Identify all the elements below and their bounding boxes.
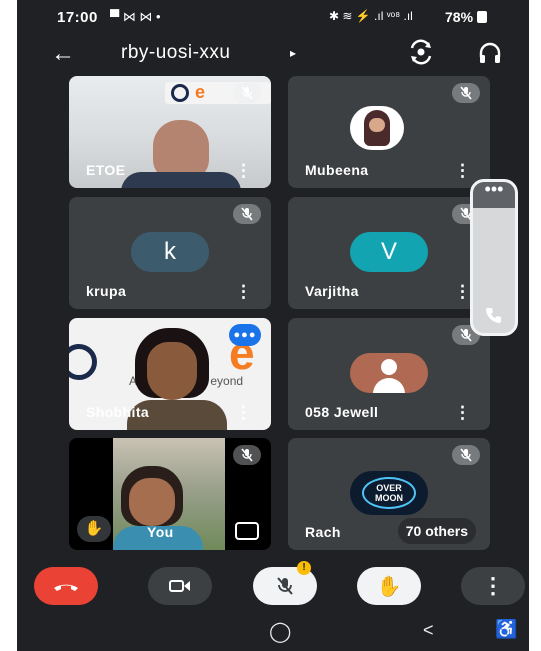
avatar-letter: k (131, 232, 209, 272)
more-vert-icon[interactable]: ⋮ (235, 283, 252, 300)
participant-name: Varjitha (305, 283, 359, 299)
participant-name: krupa (86, 283, 127, 299)
android-nav-bar: ◯ < ♿ (17, 611, 529, 651)
status-bar: 17:00 ▀ ⋈ ⋈ • ✱ ≋ ⚡ .ıl ᵛᵒ⁸ .ıl 78% (17, 0, 529, 36)
meeting-header: ← rby-uosi-xxu ▸ (17, 36, 529, 74)
person-face (147, 342, 197, 400)
participant-name: 058 Jewell (305, 404, 379, 420)
back-button[interactable]: < (423, 620, 434, 641)
accessibility-button[interactable]: ♿ (495, 619, 517, 640)
participant-tile-mubeena[interactable]: Mubeena ⋮ (288, 76, 490, 188)
camera-toggle-button[interactable] (148, 567, 212, 605)
video-camera-icon (169, 580, 190, 592)
participant-tile-others[interactable]: OVER MOON Rach 70 others (288, 438, 490, 550)
participant-tile-krupa[interactable]: k krupa ⋮ (69, 197, 271, 309)
raise-hand-button[interactable]: ✋ (357, 567, 421, 605)
participant-tile-etoe[interactable]: e ETOE ⋮ (69, 76, 271, 188)
mic-off-icon (460, 328, 472, 342)
participant-name: Rach (305, 524, 341, 540)
person-head (153, 120, 209, 180)
muted-indicator (233, 445, 261, 465)
avatar-logo: OVER MOON (350, 471, 428, 515)
participant-name: ETOE (86, 162, 126, 178)
hangup-icon (54, 584, 78, 591)
others-count-badge[interactable]: 70 others (397, 518, 476, 544)
status-time: 17:00 (57, 9, 98, 26)
switch-camera-icon[interactable] (407, 38, 435, 66)
camera-switch-small-icon[interactable] (235, 522, 259, 540)
muted-indicator (452, 445, 480, 465)
mic-off-icon (241, 86, 253, 100)
call-controls: ! ✋ ⋮ (17, 561, 529, 611)
home-button[interactable]: ◯ (269, 619, 291, 644)
meeting-code[interactable]: rby-uosi-xxu (121, 42, 230, 64)
participant-tile-you[interactable]: ✋ You (69, 438, 271, 550)
more-vert-icon[interactable]: ⋮ (454, 404, 471, 421)
participant-name: You (147, 524, 174, 540)
notification-icons: ▀ ⋈ ⋈ • (110, 9, 161, 24)
more-vert-icon[interactable]: ⋮ (454, 162, 471, 179)
chevron-right-icon[interactable]: ▸ (290, 46, 296, 60)
more-vert-icon[interactable]: ⋮ (454, 283, 471, 300)
mic-off-icon (460, 86, 472, 100)
more-vert-icon: ⋮ (482, 573, 504, 598)
participant-tile-058-jewell[interactable]: 058 Jewell ⋮ (288, 318, 490, 430)
warning-badge: ! (297, 561, 311, 575)
muted-indicator (233, 83, 261, 103)
participant-name: Shobhita (86, 404, 150, 420)
person-shirt (121, 172, 241, 188)
hand-icon: ✋ (376, 575, 402, 598)
battery-level: 78% (445, 9, 487, 25)
participant-name: Mubeena (305, 162, 369, 178)
more-options-button[interactable]: ⋮ (461, 567, 525, 605)
participant-tile-varjitha[interactable]: V Varjitha ⋮ (288, 197, 490, 309)
participant-tile-shobhita[interactable]: e Ab eyond ●●● Shobhita ⋮ (69, 318, 271, 430)
headphones-icon[interactable] (477, 40, 503, 66)
avatar-generic (350, 353, 428, 393)
muted-indicator (452, 83, 480, 103)
end-call-button[interactable] (34, 567, 98, 605)
wall-logo (69, 344, 99, 384)
battery-icon (476, 11, 487, 23)
floating-side-panel[interactable]: ••• (470, 179, 518, 336)
avatar-letter: V (350, 232, 428, 272)
system-icons: ✱ ≋ ⚡ .ıl ᵛᵒ⁸ .ıl (329, 9, 413, 23)
phone-icon[interactable] (484, 305, 504, 325)
back-arrow-icon[interactable]: ← (51, 40, 75, 68)
more-vert-icon[interactable]: ⋮ (235, 162, 252, 179)
muted-indicator (233, 204, 261, 224)
more-vert-icon[interactable]: ⋮ (235, 404, 252, 421)
avatar-photo (350, 106, 404, 150)
mic-toggle-button[interactable]: ! (253, 561, 317, 605)
speaking-indicator: ●●● (229, 324, 261, 346)
mic-off-icon (241, 448, 253, 462)
mic-off-icon (460, 448, 472, 462)
raise-hand-badge: ✋ (77, 516, 111, 542)
mic-off-icon (277, 577, 293, 595)
mic-off-icon (241, 207, 253, 221)
side-panel-menu-icon[interactable]: ••• (473, 180, 515, 208)
phone-screen: 17:00 ▀ ⋈ ⋈ • ✱ ≋ ⚡ .ıl ᵛᵒ⁸ .ıl 78% ← rb… (17, 0, 529, 651)
